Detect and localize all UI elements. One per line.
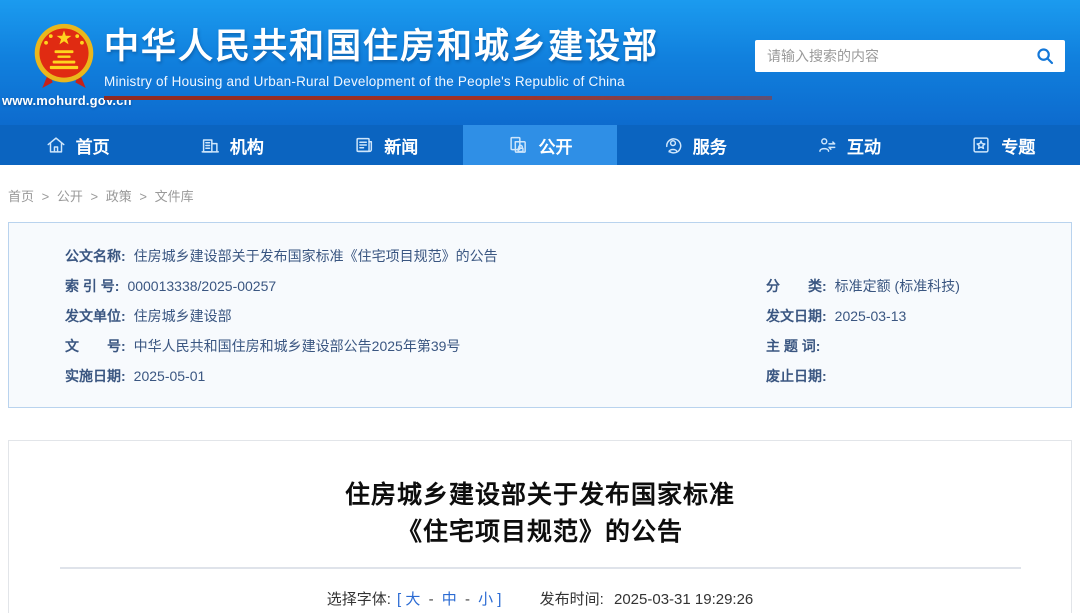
search-input[interactable]: [755, 40, 1065, 72]
service-icon: [662, 134, 684, 156]
disclosure-icon: [507, 134, 529, 156]
font-size-medium-button[interactable]: 中: [442, 591, 457, 608]
breadcrumb-separator: >: [42, 189, 50, 204]
field-value: 住房城乡建设部: [134, 306, 232, 326]
publish-time-label: 发布时间:: [540, 591, 604, 608]
font-size-large-button[interactable]: 大: [405, 591, 420, 608]
breadcrumb-separator: >: [139, 189, 147, 204]
info-row: 索 引 号: 000013338/2025-00257 分 类: 标准定额 (标…: [65, 271, 1071, 301]
nav-item-news[interactable]: 新闻: [309, 125, 463, 165]
breadcrumb: 首页 > 公开 > 政策 > 文件库: [0, 165, 1080, 222]
field-index-number: 索 引 号: 000013338/2025-00257: [65, 276, 766, 296]
site-header: www.mohurd.gov.cn 中华人民共和国住房和城乡建设部 Minist…: [0, 0, 1080, 125]
search-icon[interactable]: [1034, 45, 1056, 67]
article-title: 住房城乡建设部关于发布国家标准 《住宅项目规范》的公告: [9, 477, 1071, 551]
field-label: 主 题 词:: [766, 336, 820, 356]
font-bracket-close: ]: [497, 591, 501, 608]
nav-item-organization[interactable]: 机构: [154, 125, 308, 165]
info-row: 文 号: 中华人民共和国住房和城乡建设部公告2025年第39号 主 题 词:: [65, 331, 1071, 361]
breadcrumb-separator: >: [91, 189, 99, 204]
nav-label: 服务: [693, 133, 727, 158]
article-meta-row: 选择字体: [ 大 - 中 - 小 ] 发布时间: 2025-03-31 19:…: [9, 588, 1071, 609]
info-row: 实施日期: 2025-05-01 废止日期:: [65, 361, 1071, 391]
nav-item-topics[interactable]: 专题: [926, 125, 1080, 165]
field-label: 废止日期:: [766, 366, 827, 386]
font-size-small-button[interactable]: 小: [478, 591, 493, 608]
nav-item-interaction[interactable]: 互动: [771, 125, 925, 165]
field-issue-date: 发文日期: 2025-03-13: [766, 306, 1071, 326]
field-subject-words: 主 题 词:: [766, 336, 1071, 356]
field-value: 中华人民共和国住房和城乡建设部公告2025年第39号: [134, 336, 461, 356]
field-label: 索 引 号:: [65, 276, 119, 296]
field-label: 实施日期:: [65, 366, 126, 386]
field-abolition-date: 废止日期:: [766, 366, 1071, 386]
nav-label: 新闻: [384, 133, 418, 158]
font-size-separator: -: [429, 591, 434, 608]
document-info-box: 公文名称: 住房城乡建设部关于发布国家标准《住宅项目规范》的公告 索 引 号: …: [8, 222, 1072, 408]
interaction-icon: [816, 134, 838, 156]
topic-icon: [970, 134, 992, 156]
home-icon: [45, 134, 67, 156]
article-title-line1: 住房城乡建设部关于发布国家标准: [9, 477, 1071, 514]
article-title-line2: 《住宅项目规范》的公告: [9, 514, 1071, 551]
main-nav: 首页 机构 新闻 公开: [0, 125, 1080, 165]
field-value: 住房城乡建设部关于发布国家标准《住宅项目规范》的公告: [134, 246, 498, 266]
nav-label: 首页: [76, 133, 110, 158]
info-row: 发文单位: 住房城乡建设部 发文日期: 2025-03-13: [65, 301, 1071, 331]
publish-time-value: 2025-03-31 19:29:26: [614, 591, 753, 608]
national-emblem-icon: [30, 18, 98, 92]
nav-item-service[interactable]: 服务: [617, 125, 771, 165]
breadcrumb-home[interactable]: 首页: [8, 189, 34, 204]
field-issuing-unit: 发文单位: 住房城乡建设部: [65, 306, 766, 326]
field-value: 2025-03-13: [835, 308, 907, 324]
field-label: 发文单位:: [65, 306, 126, 326]
nav-label: 专题: [1001, 133, 1035, 158]
news-icon: [353, 134, 375, 156]
font-size-label: 选择字体:: [327, 591, 391, 608]
nav-label: 互动: [847, 133, 881, 158]
font-bracket-open: [: [397, 591, 401, 608]
field-value: 2025-05-01: [134, 368, 206, 384]
field-category: 分 类: 标准定额 (标准科技): [766, 276, 1071, 296]
nav-item-home[interactable]: 首页: [0, 125, 154, 165]
field-value: 标准定额 (标准科技): [835, 276, 960, 296]
field-label: 发文日期:: [766, 306, 827, 326]
field-label: 分 类:: [766, 276, 827, 296]
field-label: 文 号:: [65, 336, 126, 356]
organization-icon: [199, 134, 221, 156]
breadcrumb-document-library[interactable]: 文件库: [155, 189, 194, 204]
field-document-number: 文 号: 中华人民共和国住房和城乡建设部公告2025年第39号: [65, 336, 766, 356]
search-box: [755, 40, 1065, 72]
field-implementation-date: 实施日期: 2025-05-01: [65, 366, 766, 386]
nav-item-disclosure[interactable]: 公开: [463, 125, 617, 165]
nav-label: 公开: [538, 133, 572, 158]
header-red-divider: [104, 96, 772, 100]
info-row-document-name: 公文名称: 住房城乡建设部关于发布国家标准《住宅项目规范》的公告: [65, 241, 1071, 271]
breadcrumb-disclosure[interactable]: 公开: [57, 189, 83, 204]
title-divider: [60, 567, 1021, 569]
breadcrumb-policy[interactable]: 政策: [106, 189, 132, 204]
nav-label: 机构: [230, 133, 264, 158]
font-size-separator: -: [465, 591, 470, 608]
field-label: 公文名称:: [65, 246, 126, 266]
site-title-chinese: 中华人民共和国住房和城乡建设部: [104, 27, 659, 67]
field-value: 000013338/2025-00257: [127, 278, 276, 294]
article-card: 住房城乡建设部关于发布国家标准 《住宅项目规范》的公告 选择字体: [ 大 - …: [8, 440, 1072, 613]
site-title-block: 中华人民共和国住房和城乡建设部 Ministry of Housing and …: [104, 27, 659, 89]
site-title-english: Ministry of Housing and Urban-Rural Deve…: [104, 74, 659, 89]
